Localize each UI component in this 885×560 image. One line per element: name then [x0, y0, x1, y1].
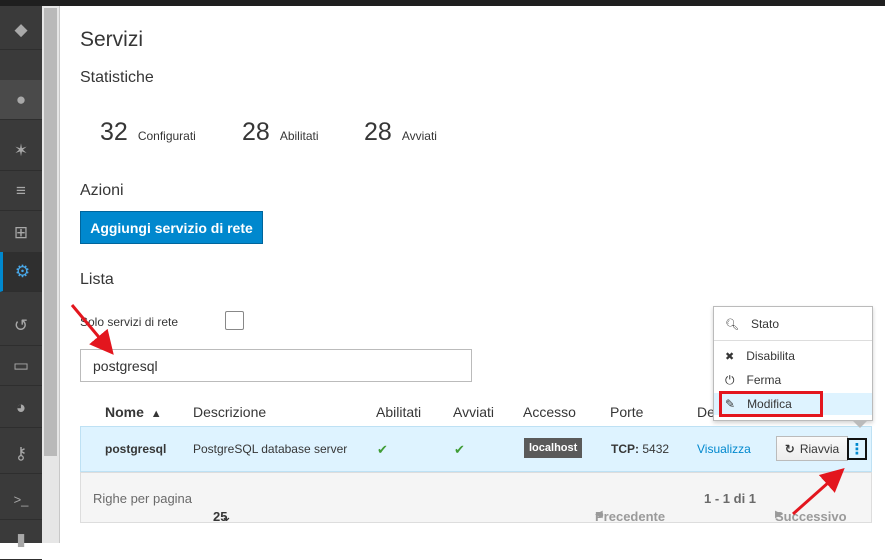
menu-item-label: Stato [750, 317, 779, 331]
actions-heading: Azioni [80, 182, 124, 199]
details-link[interactable]: Visualizza [697, 442, 751, 456]
stat-started: 28 Avviati [364, 118, 437, 147]
ports-protocol: TCP: [611, 442, 639, 456]
stat-label: Abilitati [279, 129, 319, 143]
restart-button[interactable]: ↻ Riavvia [776, 436, 848, 461]
row-actions-menu: 🔍︎ Stato ✖ Disabilita ⏻ Ferma ✎ Modifica [713, 306, 873, 428]
menu-item-label: Disabilita [746, 349, 795, 363]
chevron-down-icon: ⌄ [221, 509, 232, 524]
gears-icon[interactable]: ⚙ [0, 252, 42, 292]
column-header-description[interactable]: Descrizione [193, 404, 266, 420]
network-icon[interactable]: ✶ [0, 131, 42, 171]
stat-value: 28 [242, 118, 270, 146]
sidebar-scrollbar-thumb[interactable] [44, 8, 57, 456]
column-header-started[interactable]: Avviati [453, 404, 494, 420]
main-content: Servizi Statistiche 32 Configurati 28 Ab… [61, 6, 885, 543]
stat-label: Configurati [137, 129, 196, 143]
enabled-check-icon: ✔ [377, 442, 388, 457]
menu-divider [714, 340, 872, 341]
table-pagination: Righe per pagina 25 ⌄ ◀ Precedente 1 - 1… [80, 472, 872, 524]
page-range: 1 - 1 di 1 [704, 491, 757, 506]
search-value: postgresql [93, 357, 158, 374]
column-header-enabled[interactable]: Abilitati [376, 404, 421, 420]
next-label: Successivo [775, 509, 847, 524]
key-icon[interactable]: ⚷ [0, 434, 42, 474]
drive-icon[interactable]: ▭ [0, 346, 42, 386]
add-network-service-button[interactable]: Aggiungi servizio di rete [80, 211, 263, 244]
stat-configured: 32 Configurati [100, 118, 196, 147]
column-name-label: Nome [105, 404, 144, 420]
network-only-label: Solo servizi di rete [80, 315, 179, 329]
restart-label: Riavvia [799, 441, 840, 456]
service-ports: TCP: 5432 [611, 442, 669, 456]
pie-chart-icon[interactable]: ◕ [0, 388, 42, 428]
ports-number: 5432 [642, 442, 670, 456]
power-icon: ⏻ [725, 372, 735, 387]
access-badge: localhost [524, 438, 583, 458]
page-title: Servizi [80, 28, 144, 51]
rows-per-page-label: Righe per pagina [93, 491, 193, 506]
chevron-right-icon: ▶ [775, 509, 783, 520]
sidebar-nav: ◆ ● ✶ ≡ ⊞ ⚙ ↺ ▭ ◕ ⚷ >_ ▮ [0, 6, 42, 560]
previous-label: Precedente [595, 509, 666, 524]
stat-value: 28 [364, 118, 392, 146]
sort-ascending-icon: ▲ [150, 408, 162, 420]
search-input[interactable]: postgresql [80, 349, 472, 382]
cube-icon[interactable]: ◆ [0, 10, 42, 50]
database-icon[interactable]: ≡ [0, 171, 42, 211]
service-description: PostgreSQL database server [193, 442, 348, 456]
list-heading: Lista [80, 271, 114, 288]
sitemap-icon[interactable]: ⊞ [0, 213, 42, 253]
search-icon: 🔍︎ [725, 318, 739, 331]
close-icon: ✖ [725, 350, 735, 363]
column-header-name[interactable]: Nome ▲ [105, 404, 162, 420]
users-icon[interactable]: ● [0, 80, 42, 120]
refresh-icon: ↻ [784, 441, 795, 456]
stat-value: 32 [100, 118, 128, 146]
table-row[interactable]: postgresql PostgreSQL database server ✔ … [80, 426, 872, 472]
kebab-menu-button[interactable]: ⋮ [847, 438, 867, 460]
menu-item-ferma[interactable]: ⏻ Ferma [714, 369, 872, 391]
started-check-icon: ✔ [454, 442, 465, 457]
document-icon[interactable]: ▮ [0, 520, 42, 560]
history-icon[interactable]: ↺ [0, 306, 42, 346]
stats-heading: Statistiche [80, 69, 154, 86]
stat-label: Avviati [401, 129, 437, 143]
menu-item-disabilita[interactable]: ✖ Disabilita [714, 345, 872, 367]
menu-item-label: Ferma [746, 373, 782, 387]
service-name: postgresql [105, 442, 167, 456]
stat-enabled: 28 Abilitati [242, 118, 319, 147]
column-header-access[interactable]: Accesso [523, 404, 576, 420]
terminal-icon[interactable]: >_ [0, 480, 42, 520]
column-header-ports[interactable]: Porte [610, 404, 643, 420]
network-only-checkbox[interactable] [225, 311, 244, 330]
highlight-annotation [719, 391, 823, 417]
menu-item-stato[interactable]: 🔍︎ Stato [714, 313, 872, 335]
menu-caret [852, 420, 868, 428]
